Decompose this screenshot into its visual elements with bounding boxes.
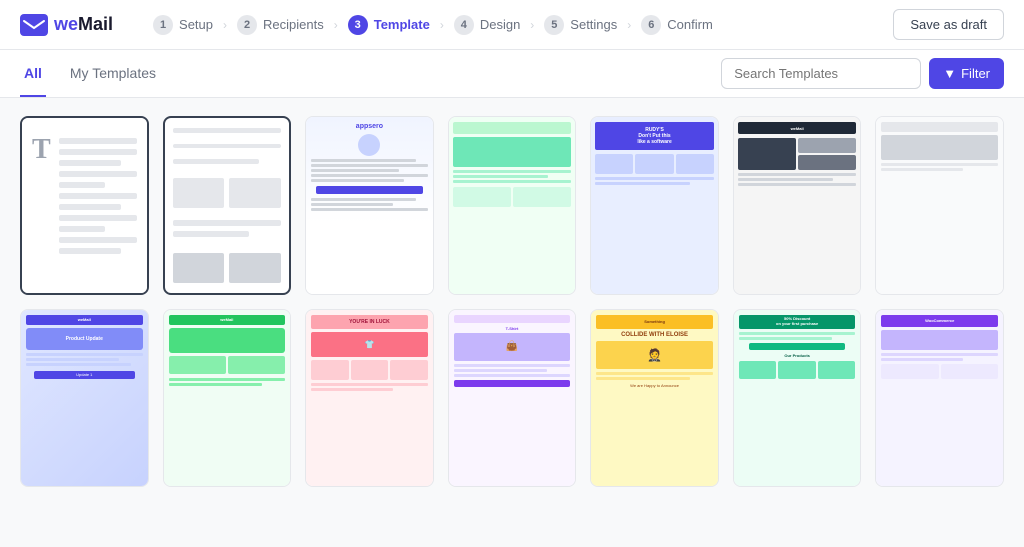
step-confirm[interactable]: 6 Confirm [631,11,723,39]
logo-text: weMail [54,14,113,35]
template-card-extra1[interactable] [875,116,1004,295]
template-card-blank-text[interactable]: T [20,116,149,295]
step-num-2: 2 [237,15,257,35]
logo-icon [20,14,48,36]
step-template[interactable]: 3 Template [338,11,440,39]
template-card-blank-grid[interactable] [163,116,292,295]
step-design[interactable]: 4 Design [444,11,530,39]
step-label-design: Design [480,17,520,32]
step-label-settings: Settings [570,17,617,32]
blank-t-icon: T [32,134,51,166]
step-label-confirm: Confirm [667,17,713,32]
tab-my-templates[interactable]: My Templates [66,50,160,97]
template-card-pink-wear[interactable]: YOU'RE IN LUCK 👕 [305,309,434,488]
filter-button[interactable]: ▼ Filter [929,58,1004,89]
step-label-recipients: Recipients [263,17,324,32]
step-num-1: 1 [153,15,173,35]
template-tabs: All My Templates [20,50,180,97]
template-card-watch[interactable]: weMail [733,116,862,295]
filter-label: Filter [961,66,990,81]
save-draft-button[interactable]: Save as draft [893,9,1004,40]
step-num-4: 4 [454,15,474,35]
step-num-3: 3 [348,15,368,35]
step-label-template: Template [374,17,430,32]
step-num-5: 5 [544,15,564,35]
template-card-green-food[interactable] [448,116,577,295]
template-card-woo[interactable]: WooCommerce [875,309,1004,488]
template-card-tshirt[interactable]: T-Shirt 👜 [448,309,577,488]
template-card-green-discount[interactable]: 50% Discounton your first purchase Our P… [733,309,862,488]
tabs-bar: All My Templates ▼ Filter [0,50,1024,98]
template-grid: T [0,98,1024,505]
app-header: weMail 1 Setup › 2 Recipients › 3 Templa… [0,0,1024,50]
step-settings[interactable]: 5 Settings [534,11,627,39]
tab-all[interactable]: All [20,50,46,97]
step-setup[interactable]: 1 Setup [143,11,223,39]
wizard-steps: 1 Setup › 2 Recipients › 3 Template › 4 … [143,11,893,39]
template-card-purple-product[interactable]: weMail Product Update Update 1 [20,309,149,488]
template-card-green2[interactable]: weMail [163,309,292,488]
filter-icon: ▼ [943,66,956,81]
logo: weMail [20,14,113,36]
template-card-yellow-collide[interactable]: Something COLLIDE WITH ELOISE 🤵 We are H… [590,309,719,488]
template-card-appsero[interactable]: appsero [305,116,434,295]
tabs-actions: ▼ Filter [721,58,1004,89]
template-card-rudys[interactable]: RUDY'SDon't Put thislike a software [590,116,719,295]
step-label-setup: Setup [179,17,213,32]
step-recipients[interactable]: 2 Recipients [227,11,334,39]
step-num-6: 6 [641,15,661,35]
blank-text-lines [59,138,137,254]
search-input[interactable] [721,58,921,89]
